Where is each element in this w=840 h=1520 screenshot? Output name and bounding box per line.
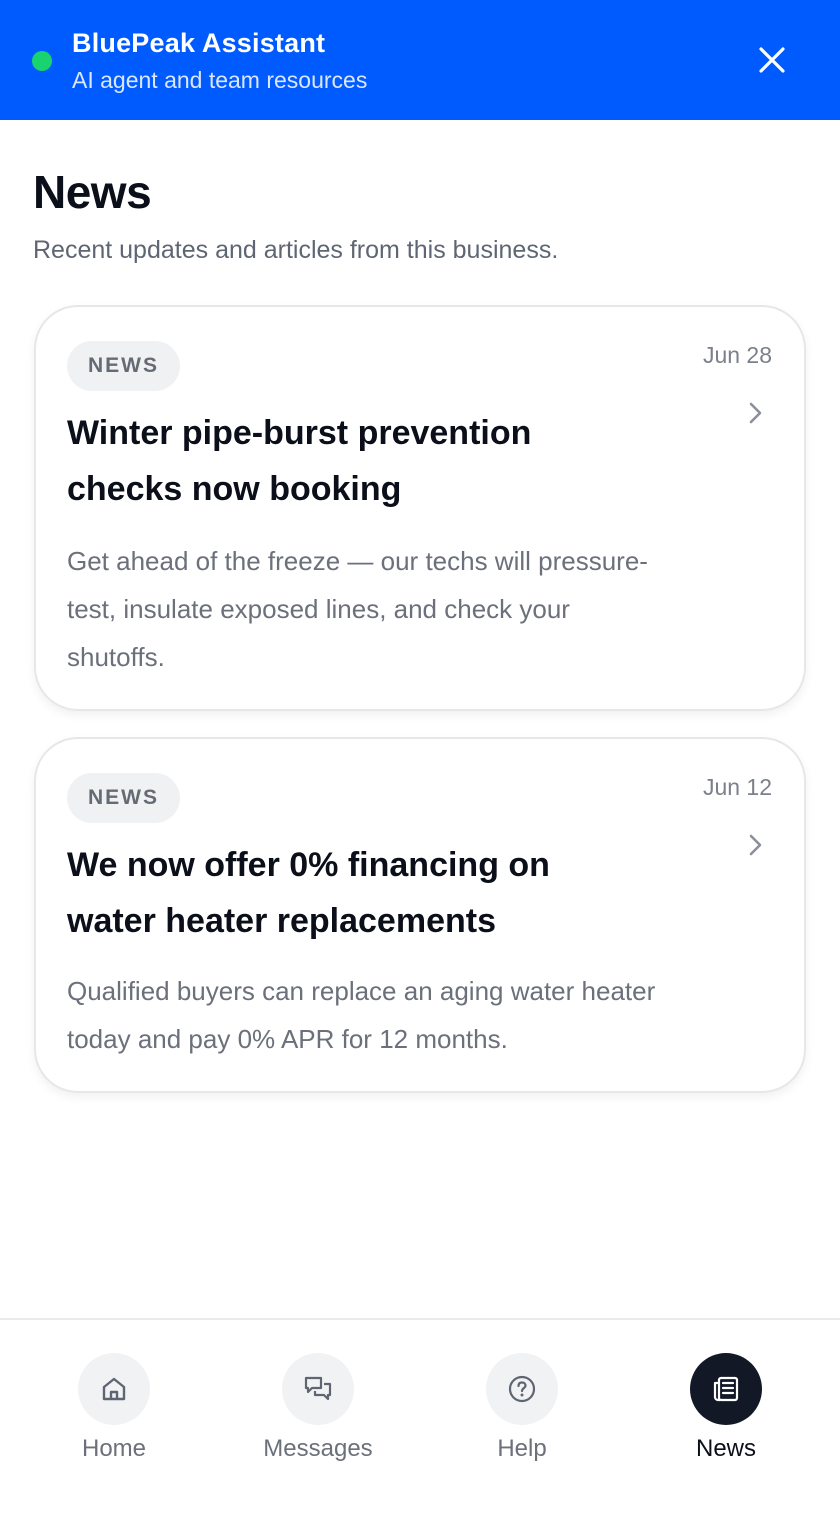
nav-label-news: News [695,1435,756,1462]
nav-label-help: Help [497,1435,547,1462]
page-title: News [33,166,152,218]
article-title: Winter pipe-burst prevention checks now … [67,414,532,508]
close-button[interactable] [748,36,796,84]
nav-item-home[interactable]: Home [34,1353,194,1463]
chevron-right-icon [749,834,762,856]
messages-icon [304,1376,332,1401]
nav-icon-button[interactable] [486,1353,558,1425]
app-header: BluePeak Assistant AI agent and team res… [0,0,840,120]
online-status-dot [32,51,52,71]
page-subtitle: Recent updates and articles from this bu… [33,236,559,264]
article-title: We now offer 0% financing on water heate… [67,846,550,940]
close-icon [759,47,785,73]
help-icon [508,1375,536,1403]
category-badge: NEWS [67,773,180,823]
news-icon [713,1376,739,1402]
nav-label-home: Home [81,1435,147,1462]
article-summary: Qualified buyers can replace an aging wa… [67,976,656,1054]
news-card[interactable]: NEWS Jun 12 We now offer 0% financing on… [34,737,806,1093]
article-summary: Get ahead of the freeze — our techs will… [67,546,648,672]
nav-item-help[interactable]: Help [442,1353,602,1463]
nav-label-messages: Messages [263,1435,373,1462]
article-date: Jun 28 [702,342,772,368]
chevron-right-icon [749,402,762,424]
nav-icon-button[interactable] [690,1353,762,1425]
nav-icon-button[interactable] [78,1353,150,1425]
header-subtitle: AI agent and team resources [72,67,368,93]
nav-item-news[interactable]: News [646,1353,806,1463]
nav-icon-button[interactable] [282,1353,354,1425]
bottom-navigation: Home Messages Help News [0,1318,840,1520]
nav-item-messages[interactable]: Messages [238,1353,398,1463]
home-icon [102,1377,126,1401]
header-title: BluePeak Assistant [72,28,326,58]
article-date: Jun 12 [702,774,772,800]
category-badge: NEWS [67,341,180,391]
news-card[interactable]: NEWS Jun 28 Winter pipe-burst prevention… [34,305,806,711]
